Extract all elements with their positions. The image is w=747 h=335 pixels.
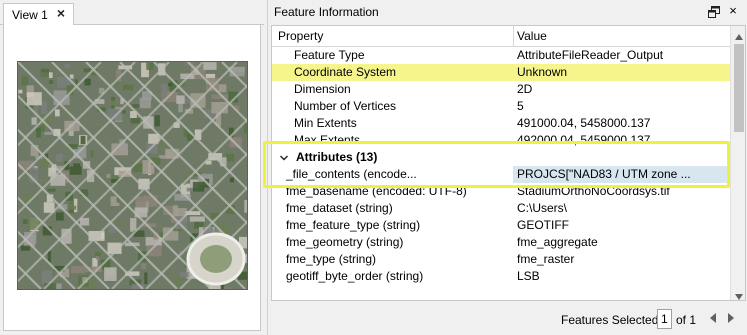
property-cell: fme_feature_type (string) [286,218,421,232]
features-selected-spinbox[interactable]: 1 [657,309,672,329]
scroll-down-icon[interactable] [734,290,744,300]
value-cell: fme_aggregate [517,235,598,249]
property-cell: geotiff_byte_order (string) [286,269,424,283]
table-row[interactable]: Feature Type AttributeFileReader_Output [272,47,730,64]
property-cell: fme_basename (encoded: UTF-8) [286,184,467,198]
raster-orthophoto [17,61,248,290]
value-cell: 491000.04, 5458000.137 [517,116,651,130]
property-cell: fme_geometry (string) [286,235,404,249]
value-cell: 2D [517,82,533,96]
chevron-left-icon[interactable] [708,312,718,324]
undock-icon[interactable] [708,6,720,18]
value-cell: StadiumOrthoNoCoordsys.tif [517,184,670,198]
scrollbar-thumb[interactable] [734,44,744,132]
tab-label: View 1 [12,8,48,22]
table-row[interactable]: fme_basename (encoded: UTF-8) StadiumOrt… [272,183,730,200]
property-cell: fme_dataset (string) [286,201,393,215]
property-cell: Dimension [294,82,351,96]
chevron-down-icon[interactable] [279,152,289,162]
tab-view-1[interactable]: View 1 × [3,3,74,26]
feature-info-table: Property Value Feature Type AttributeFil… [271,25,746,301]
view-panel: View 1 × [0,0,264,335]
property-cell: _file_contents (encode... [286,167,417,181]
value-cell: 492000.04, 5459000.137 [517,133,651,147]
value-cell: PROJCS["NAD83 / UTM zone ... [517,167,691,181]
map-view-canvas[interactable] [3,25,261,331]
panel-footer: Features Selected: 1 of 1 [268,303,747,335]
value-cell: Unknown [517,65,568,79]
close-icon[interactable]: × [54,6,68,20]
property-cell: Feature Type [294,48,365,62]
table-row[interactable]: Number of Vertices 5 [272,98,730,115]
close-icon[interactable]: × [726,4,740,18]
property-cell: Min Extents [294,116,357,130]
attributes-group-header[interactable]: Attributes (13) [272,149,730,166]
property-cell: Coordinate System [294,65,397,79]
features-selected-value: 1 [661,312,668,326]
attributes-group-label: Attributes (13) [296,150,378,164]
value-cell: fme_raster [517,252,575,266]
table-row[interactable]: geotiff_byte_order (string) LSB [272,268,730,285]
table-row[interactable]: fme_feature_type (string) GEOTIFF [272,217,730,234]
column-header-value[interactable]: Value [517,29,547,43]
features-selected-label: Features Selected: [561,313,662,327]
table-row[interactable]: Dimension 2D [272,81,730,98]
table-header: Property Value [272,26,730,47]
table-row[interactable]: _file_contents (encode... PROJCS["NAD83 … [272,166,730,183]
view-tab-bar: View 1 × [0,0,264,26]
table-row[interactable]: Max Extents 492000.04, 5459000.137 [272,132,730,149]
scroll-up-icon[interactable] [734,30,744,40]
value-cell: 5 [517,99,524,113]
features-total-label: of 1 [676,313,697,327]
table-row[interactable]: fme_geometry (string) fme_aggregate [272,234,730,251]
value-cell: LSB [517,269,540,283]
property-cell: fme_type (string) [286,252,377,266]
table-row[interactable]: fme_dataset (string) C:\Users\ [272,200,730,217]
chevron-right-icon[interactable] [726,312,736,324]
value-cell: GEOTIFF [517,218,569,232]
panel-titlebar: Feature Information × [268,0,747,25]
property-cell: Max Extents [294,133,361,147]
table-row[interactable]: Coordinate System Unknown [272,64,730,81]
column-divider[interactable] [513,26,514,47]
column-header-property[interactable]: Property [278,29,323,43]
panel-title: Feature Information [274,5,379,19]
feature-information-panel: Feature Information × Property Value Fea… [263,0,747,335]
value-cell: AttributeFileReader_Output [517,48,664,62]
table-row[interactable]: Min Extents 491000.04, 5458000.137 [272,115,730,132]
property-cell: Number of Vertices [294,99,397,113]
value-cell: C:\Users\ [517,201,568,215]
table-row[interactable]: fme_type (string) fme_raster [272,251,730,268]
vertical-scrollbar[interactable] [730,26,745,300]
